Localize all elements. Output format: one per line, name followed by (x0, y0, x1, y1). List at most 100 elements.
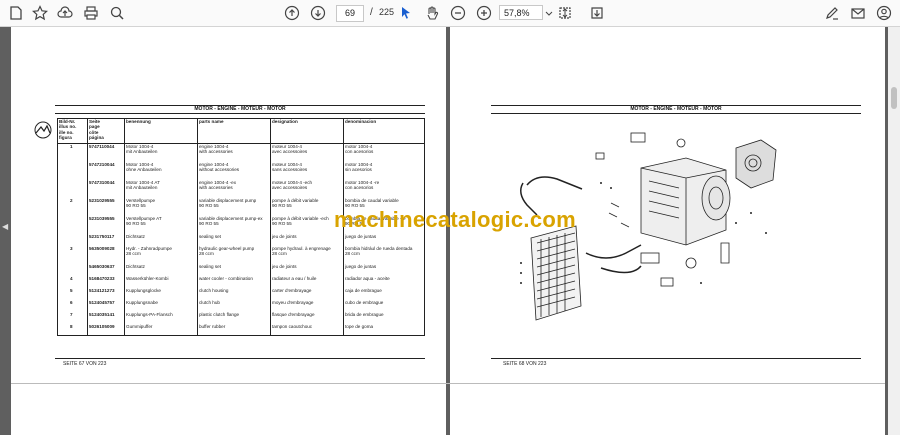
row-es: caja de embrague (345, 288, 382, 293)
col-header-en: parts name (199, 119, 224, 124)
row-figure: 1 (70, 144, 73, 149)
row-fr: moteur 1004-4 avec accessoires (272, 144, 308, 155)
col-header-figure: Bild-Nr. illus no. ille no. figura (59, 119, 77, 141)
pdf-toolbar: 69 / 225 57,8% (0, 0, 900, 27)
row-fr: tampon caoutchouc (272, 324, 313, 329)
row-part-number: 5747310044 (89, 180, 115, 185)
right-footer-rule (491, 358, 861, 359)
page-up-icon[interactable] (283, 4, 301, 22)
row-de: Kupplungsglocke (126, 288, 161, 293)
row-de: Motor 1004-4 AT mit Anbauteilen (126, 180, 160, 191)
col-header-fr: designation (272, 119, 298, 124)
manufacturer-logo (33, 120, 53, 140)
watermark-text: machinecatalogic.com (334, 207, 576, 232)
row-es: motor 1004-4 con acesorios (345, 144, 374, 155)
row-part-number: 5026105009 (89, 324, 115, 329)
col-header-page: Seite page côte página (89, 119, 104, 141)
row-de: Wasserkühler-Kombi (126, 276, 169, 281)
row-en: engine 1004-4 -ex with accessories (199, 180, 237, 191)
col-rule (197, 118, 198, 335)
row-fr: carter d'embrayage (272, 288, 312, 293)
row-en: sealing set (199, 264, 221, 269)
col-rule (270, 118, 271, 335)
row-de: Hydr. - Zahnradpumpe 28 ccm (126, 246, 172, 257)
row-es: motor 1004-4 sin acesorios (345, 162, 373, 173)
bookmark-star-icon[interactable] (31, 4, 49, 22)
zoom-out-icon[interactable] (449, 4, 467, 22)
row-es: juego de juntas (345, 234, 377, 239)
row-fr: flasque d'embrayage (272, 312, 315, 317)
col-header-es: denominacion (345, 119, 377, 124)
row-part-number: 5747210044 (89, 162, 115, 167)
right-page-footer: SEITE 68 VON 223 (503, 361, 547, 367)
select-cursor-icon[interactable] (397, 4, 415, 22)
left-page-footer: SEITE 67 VON 223 (63, 361, 107, 367)
table-header-rule (55, 113, 425, 114)
row-figure: 7 (70, 312, 73, 317)
row-en: variable displacement pump 90 RO 55 (199, 198, 257, 209)
row-part-number: 5635009028 (89, 246, 115, 251)
col-rule (57, 118, 58, 335)
row-fr: pompe à débit variable 90 RO 55 (272, 198, 319, 209)
row-de: Verstellpumpe 90 RO 55 (126, 198, 156, 209)
row-es: juego de juntas (345, 264, 377, 269)
page-number-input[interactable]: 69 (336, 5, 364, 22)
scrollbar-thumb[interactable] (891, 87, 897, 109)
row-figure: 3 (70, 246, 73, 251)
left-scroll-arrow-icon[interactable]: ◀ (2, 222, 8, 231)
row-en: water cooler - combination (199, 276, 253, 281)
row-de: Kupplungs-PA-Flansch (126, 312, 173, 317)
row-en: sealing set (199, 234, 221, 239)
row-es: radiador aqua - aceite (345, 276, 390, 281)
row-part-number: 5231039555 (89, 216, 115, 221)
row-es: bombia hidrául de rueda dentada 28 ccm (345, 246, 413, 257)
row-es: motor 1004-4 -re con acesorios (345, 180, 380, 191)
page-separator: / (370, 7, 373, 18)
row-en: clutch hub (199, 300, 220, 305)
right-page-header: MOTOR - ENGINE - MOTEUR - MOTOR (630, 106, 722, 112)
row-fr: pompe à débit variable -ech 90 RO 55 (272, 216, 329, 227)
page-gap (11, 383, 885, 384)
row-de: Dichtsatz (126, 264, 145, 269)
account-icon[interactable] (875, 4, 893, 22)
row-part-number: 5231029555 (89, 198, 115, 203)
row-en: plastic clutch flange (199, 312, 240, 317)
row-fr: moteur 1004-4 sans accessoires (272, 162, 308, 173)
mail-icon[interactable] (849, 4, 867, 22)
download-icon[interactable] (588, 4, 606, 22)
left-page-next (11, 384, 446, 435)
row-es: brida de embrague (345, 312, 384, 317)
left-page-header: MOTOR - ENGINE - MOTEUR - MOTOR (194, 106, 286, 112)
hand-tool-icon[interactable] (423, 4, 441, 22)
fit-page-icon[interactable] (556, 4, 574, 22)
page-down-icon[interactable] (309, 4, 327, 22)
row-fr: moyeu d'embrayage (272, 300, 314, 305)
zoom-in-icon[interactable] (475, 4, 493, 22)
row-part-number: 5124035141 (89, 312, 115, 317)
row-figure: 5 (70, 288, 73, 293)
row-fr: pompe hydraul. à engrenage 28 ccm (272, 246, 331, 257)
row-en: engine 1004-4 with accessories (199, 144, 233, 155)
row-figure: 4 (70, 276, 73, 281)
row-fr: radiateur a eau / huile (272, 276, 317, 281)
sign-pen-icon[interactable] (823, 4, 841, 22)
row-en: variable displacement pump-ex 90 RO 55 (199, 216, 263, 227)
upload-icon[interactable] (56, 4, 74, 22)
row-part-number: 5747110044 (89, 144, 115, 149)
print-icon[interactable] (82, 4, 100, 22)
row-de: Motor 1004-4 ohne Anbauteilen (126, 162, 162, 173)
row-en: engine 1004-4 without accessories (199, 162, 240, 173)
home-icon[interactable] (7, 4, 25, 22)
vertical-scrollbar[interactable] (888, 27, 900, 435)
right-page-next (450, 384, 885, 435)
zoom-search-icon[interactable] (108, 4, 126, 22)
col-rule (87, 118, 88, 335)
row-de: Dichtsatz (126, 234, 145, 239)
chevron-down-icon[interactable] (545, 4, 553, 22)
row-de: Kupplungsnabe (126, 300, 158, 305)
row-es: cubo de embrague (345, 300, 384, 305)
zoom-level-select[interactable]: 57,8% (499, 5, 543, 20)
col-rule (124, 118, 125, 335)
row-en: hydraulic gear-wheel pump 28 ccm (199, 246, 255, 257)
row-part-number: 5231750117 (89, 234, 115, 239)
